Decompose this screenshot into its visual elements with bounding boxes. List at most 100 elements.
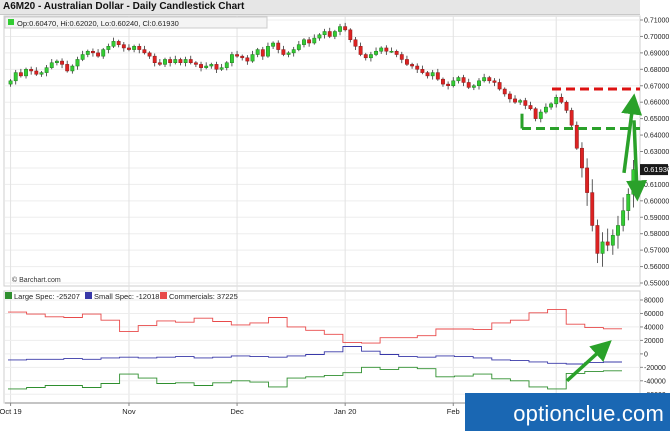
candle-body bbox=[410, 64, 415, 67]
candle-body bbox=[358, 46, 363, 55]
candle-body bbox=[574, 124, 579, 149]
candle-body bbox=[80, 54, 85, 60]
candle-body bbox=[580, 147, 584, 169]
candle-body bbox=[266, 46, 270, 57]
candle-body bbox=[559, 97, 564, 103]
candle-body bbox=[13, 72, 18, 82]
source-label: © Barchart.com bbox=[12, 276, 61, 284]
candle-body bbox=[477, 80, 481, 86]
cot-tick-label: -40000 bbox=[644, 378, 666, 385]
candle-body bbox=[430, 72, 435, 77]
price-tick-label: 0.64000 bbox=[644, 133, 669, 140]
candle-body bbox=[435, 72, 440, 80]
price-tick-label: 0.70000 bbox=[644, 34, 669, 41]
candle-body bbox=[235, 54, 239, 57]
candle-body bbox=[446, 83, 451, 86]
legend-large-spec: Large Spec: -25207 bbox=[14, 292, 80, 301]
candle-body bbox=[116, 41, 121, 45]
candle-body bbox=[616, 225, 620, 236]
price-tick-label: 0.68000 bbox=[644, 67, 669, 74]
x-tick-label: Dec bbox=[230, 407, 244, 416]
candle-body bbox=[132, 46, 137, 50]
candle-body bbox=[379, 47, 384, 52]
candle-body bbox=[502, 88, 507, 95]
watermark-text: optionclue.com bbox=[513, 401, 664, 426]
candle-body bbox=[183, 59, 188, 63]
candle-body bbox=[405, 59, 409, 65]
candle-body bbox=[569, 110, 574, 126]
candle-body bbox=[142, 49, 147, 54]
candle-body bbox=[276, 42, 281, 50]
candle-body bbox=[121, 44, 126, 49]
price-tick-label: 0.56000 bbox=[644, 264, 669, 271]
cot-tick-label: -20000 bbox=[644, 365, 666, 372]
ohlc-label: Op:0.60470, Hi:0.62020, Lo:0.60240, Cl:0… bbox=[17, 19, 179, 28]
candle-body bbox=[554, 97, 559, 105]
candle-body bbox=[523, 100, 528, 106]
candle-body bbox=[461, 77, 466, 83]
candle-body bbox=[368, 54, 373, 59]
legend-swatch-commercials bbox=[160, 292, 167, 299]
candle-body bbox=[425, 72, 430, 77]
candle-body bbox=[338, 26, 342, 32]
candle-body bbox=[229, 54, 234, 63]
candle-body bbox=[152, 55, 157, 63]
candle-body bbox=[85, 50, 90, 55]
price-tick-label: 0.55000 bbox=[644, 281, 669, 288]
candle-body bbox=[49, 62, 54, 68]
candle-body bbox=[291, 49, 296, 54]
candle-body bbox=[590, 192, 595, 226]
candle-body bbox=[595, 225, 600, 254]
candle-body bbox=[302, 39, 306, 45]
candle-body bbox=[374, 50, 378, 55]
candle-body bbox=[96, 52, 101, 57]
candle-body bbox=[384, 47, 389, 52]
candle-body bbox=[322, 31, 327, 36]
candle-body bbox=[34, 70, 39, 75]
candle-body bbox=[332, 31, 337, 37]
cot-tick-label: 20000 bbox=[644, 338, 664, 345]
candle-body bbox=[260, 49, 265, 57]
candle-body bbox=[70, 65, 75, 72]
candle-body bbox=[456, 77, 461, 82]
candle-body bbox=[564, 101, 569, 111]
price-tick-label: 0.60000 bbox=[644, 198, 669, 205]
x-tick-label: Feb bbox=[447, 407, 460, 416]
x-tick-label: Nov bbox=[122, 407, 136, 416]
candle-body bbox=[533, 108, 538, 119]
cot-tick-label: 60000 bbox=[644, 311, 664, 318]
candle-body bbox=[271, 42, 276, 47]
candle-body bbox=[157, 62, 162, 65]
candle-body bbox=[621, 210, 626, 226]
candle-body bbox=[127, 47, 131, 50]
candle-body bbox=[394, 50, 399, 55]
candle-body bbox=[441, 78, 445, 85]
candle-body bbox=[281, 49, 286, 55]
candle-body bbox=[111, 41, 116, 47]
candle-body bbox=[255, 49, 260, 55]
candle-body bbox=[286, 52, 291, 55]
candle-body bbox=[173, 59, 178, 63]
candle-body bbox=[585, 167, 590, 193]
candle-body bbox=[65, 64, 70, 72]
price-tick-label: 0.66000 bbox=[644, 100, 669, 107]
price-tick-label: 0.57000 bbox=[644, 248, 669, 255]
candle-body bbox=[163, 59, 167, 65]
legend-commercials: Commercials: 37225 bbox=[169, 292, 238, 301]
candle-body bbox=[219, 67, 224, 70]
cot-legend: Large Spec: -25207 Small Spec: -12018 Co… bbox=[5, 292, 238, 301]
cot-tick-label: 0 bbox=[644, 351, 648, 358]
candle-body bbox=[451, 80, 456, 86]
legend-small-spec: Small Spec: -12018 bbox=[94, 292, 159, 301]
cot-y-axis: 800006000040000200000-20000-40000-60000 bbox=[640, 298, 666, 399]
candle-body bbox=[240, 55, 245, 59]
price-tick-label: 0.59000 bbox=[644, 215, 669, 222]
candle-body bbox=[224, 62, 229, 68]
candle-body bbox=[549, 103, 553, 108]
candle-body bbox=[471, 85, 476, 88]
candle-body bbox=[348, 29, 353, 40]
candle-body bbox=[518, 100, 523, 103]
x-tick-label: Oct 19 bbox=[0, 407, 22, 416]
cot-panel-bg bbox=[3, 290, 641, 404]
candle-body bbox=[209, 64, 214, 67]
